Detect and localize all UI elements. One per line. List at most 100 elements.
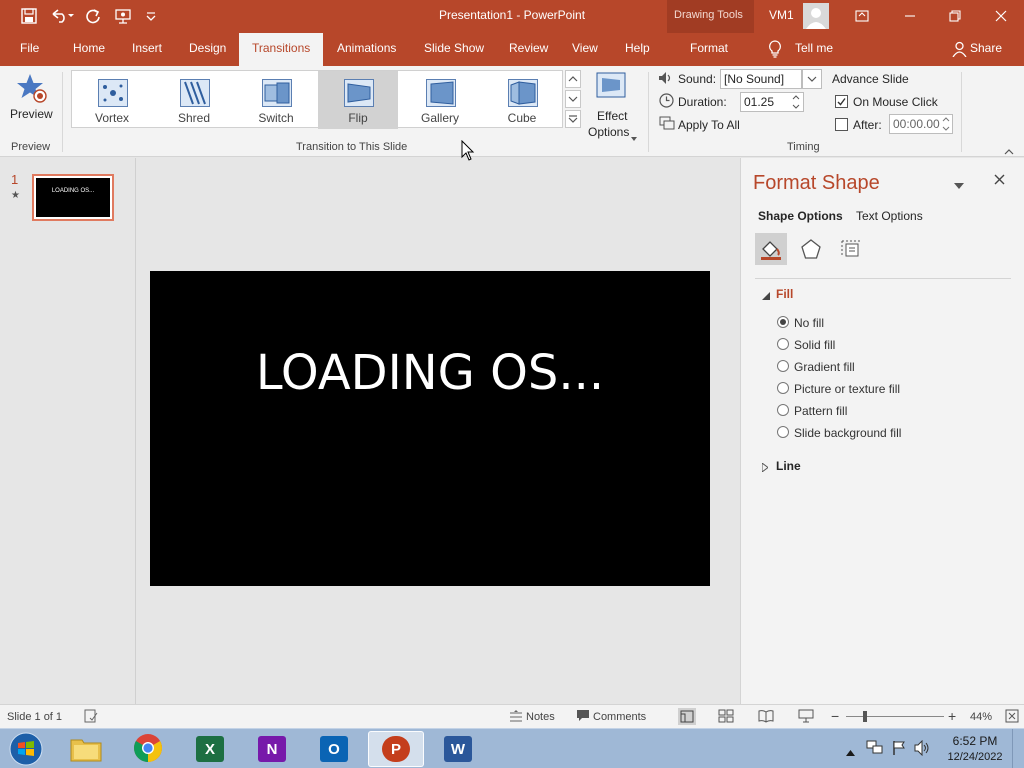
size-properties-icon[interactable] [835,233,867,265]
volume-icon[interactable] [914,739,932,759]
transition-switch[interactable]: Switch [236,71,316,129]
notes-button[interactable]: Notes [526,711,555,723]
transition-cube[interactable]: Cube [482,71,562,129]
lightbulb-icon[interactable] [768,40,782,61]
preview-button[interactable]: Preview [6,68,56,128]
zoom-slider-thumb[interactable] [862,711,867,722]
taskbar-excel[interactable]: X [182,731,238,767]
slide-background-fill-label[interactable]: Slide background fill [794,426,901,440]
after-spinner-icon[interactable] [941,115,951,136]
show-desktop-button[interactable] [1012,729,1024,768]
taskbar-chrome[interactable] [120,731,176,767]
tab-review[interactable]: Review [509,41,548,55]
picture-fill-label[interactable]: Picture or texture fill [794,382,900,396]
pane-options-icon[interactable] [954,178,964,192]
close-pane-icon[interactable] [994,174,1005,188]
zoom-in-icon[interactable]: + [948,708,956,724]
radio-gradient-fill[interactable] [777,360,789,372]
radio-no-fill[interactable] [777,316,789,328]
line-collapsed-icon[interactable] [761,461,769,475]
radio-picture-fill[interactable] [777,382,789,394]
line-section-header[interactable]: Line [776,459,801,473]
tab-home[interactable]: Home [73,41,105,55]
transition-shred[interactable]: Shred [154,71,234,129]
apply-to-all-button[interactable]: Apply To All [678,118,740,132]
tab-view[interactable]: View [572,41,598,55]
tab-format[interactable]: Format [690,41,728,55]
minimize-icon[interactable] [887,0,933,32]
taskbar-outlook[interactable]: O [306,731,362,767]
clock-time[interactable]: 6:52 PM [950,734,1000,748]
sound-select[interactable]: [No Sound] [720,69,802,89]
taskbar-onenote[interactable]: N [244,731,300,767]
tell-me-search[interactable]: Tell me [795,41,833,55]
slide-sorter-icon[interactable] [718,709,734,726]
gallery-scroll-up-icon[interactable] [565,70,581,88]
fill-line-icon[interactable] [755,233,787,265]
duration-spinner-icon[interactable] [791,93,801,114]
slide-title-text[interactable]: LOADING OS... [150,345,710,401]
zoom-level[interactable]: 44% [970,711,992,723]
effects-pentagon-icon[interactable] [795,233,827,265]
text-options-tab[interactable]: Text Options [856,209,923,223]
radio-slide-background-fill[interactable] [777,426,789,438]
clock-date[interactable]: 12/24/2022 [943,751,1007,763]
radio-pattern-fill[interactable] [777,404,789,416]
tab-insert[interactable]: Insert [132,41,162,55]
transition-label: Gallery [420,111,459,125]
shape-options-tab[interactable]: Shape Options [758,209,843,223]
transition-gallery-effect[interactable]: Gallery [400,71,480,129]
user-name[interactable]: VM1 [769,8,794,22]
start-button[interactable] [4,730,48,768]
spell-check-icon[interactable] [84,709,98,726]
transition-flip[interactable]: Flip [318,71,398,129]
share-button[interactable]: Share [970,41,1002,55]
gallery-more-icon[interactable] [565,110,581,128]
restore-icon[interactable] [932,0,978,32]
zoom-out-icon[interactable]: − [831,708,839,724]
transition-star-icon: ★ [11,190,20,201]
comments-icon[interactable] [576,709,590,725]
notes-icon[interactable] [509,709,523,726]
reading-view-icon[interactable] [758,709,774,726]
tab-slide-show[interactable]: Slide Show [424,41,484,55]
slide-thumbnail[interactable]: LOADING OS... [32,174,114,221]
no-fill-label[interactable]: No fill [794,316,824,330]
gradient-fill-label[interactable]: Gradient fill [794,360,855,374]
comments-button[interactable]: Comments [593,711,646,723]
normal-view-icon[interactable] [678,708,696,725]
fill-section-header[interactable]: Fill [776,287,793,301]
taskbar-explorer[interactable] [58,731,114,767]
zoom-slider[interactable] [846,716,944,717]
taskbar-powerpoint[interactable]: P [368,731,424,767]
preview-star-icon [16,72,48,107]
tab-help[interactable]: Help [625,41,650,55]
pattern-fill-label[interactable]: Pattern fill [794,404,847,418]
on-mouse-click-checkbox[interactable] [835,95,848,108]
solid-fill-label[interactable]: Solid fill [794,338,835,352]
network-icon[interactable] [866,740,884,759]
avatar[interactable] [803,3,829,29]
show-hidden-icons-icon[interactable] [846,745,855,759]
collapse-ribbon-icon[interactable] [1004,144,1014,158]
sound-dropdown-icon[interactable] [802,69,822,89]
taskbar-word[interactable]: W [430,731,486,767]
action-center-flag-icon[interactable] [891,740,907,759]
close-icon[interactable] [978,0,1024,32]
tab-file[interactable]: File [20,41,39,55]
tab-animations[interactable]: Animations [337,41,396,55]
slide[interactable]: LOADING OS... [150,271,710,586]
ribbon-display-options-icon[interactable] [839,0,885,32]
windows-taskbar: X N O P W 6:52 PM 12/24/2022 [0,728,1024,768]
radio-solid-fill[interactable] [777,338,789,350]
after-checkbox[interactable] [835,118,848,131]
transition-vortex[interactable]: Vortex [72,71,152,129]
share-icon[interactable] [952,41,967,60]
slide-show-icon[interactable] [798,709,814,726]
gallery-scroll-down-icon[interactable] [565,90,581,108]
tab-transitions[interactable]: Transitions [239,33,324,66]
tab-design[interactable]: Design [189,41,226,55]
fit-to-window-icon[interactable] [1005,709,1019,726]
effect-options-button[interactable]: Effect Options [588,70,638,141]
fill-expanded-icon[interactable] [762,289,770,303]
